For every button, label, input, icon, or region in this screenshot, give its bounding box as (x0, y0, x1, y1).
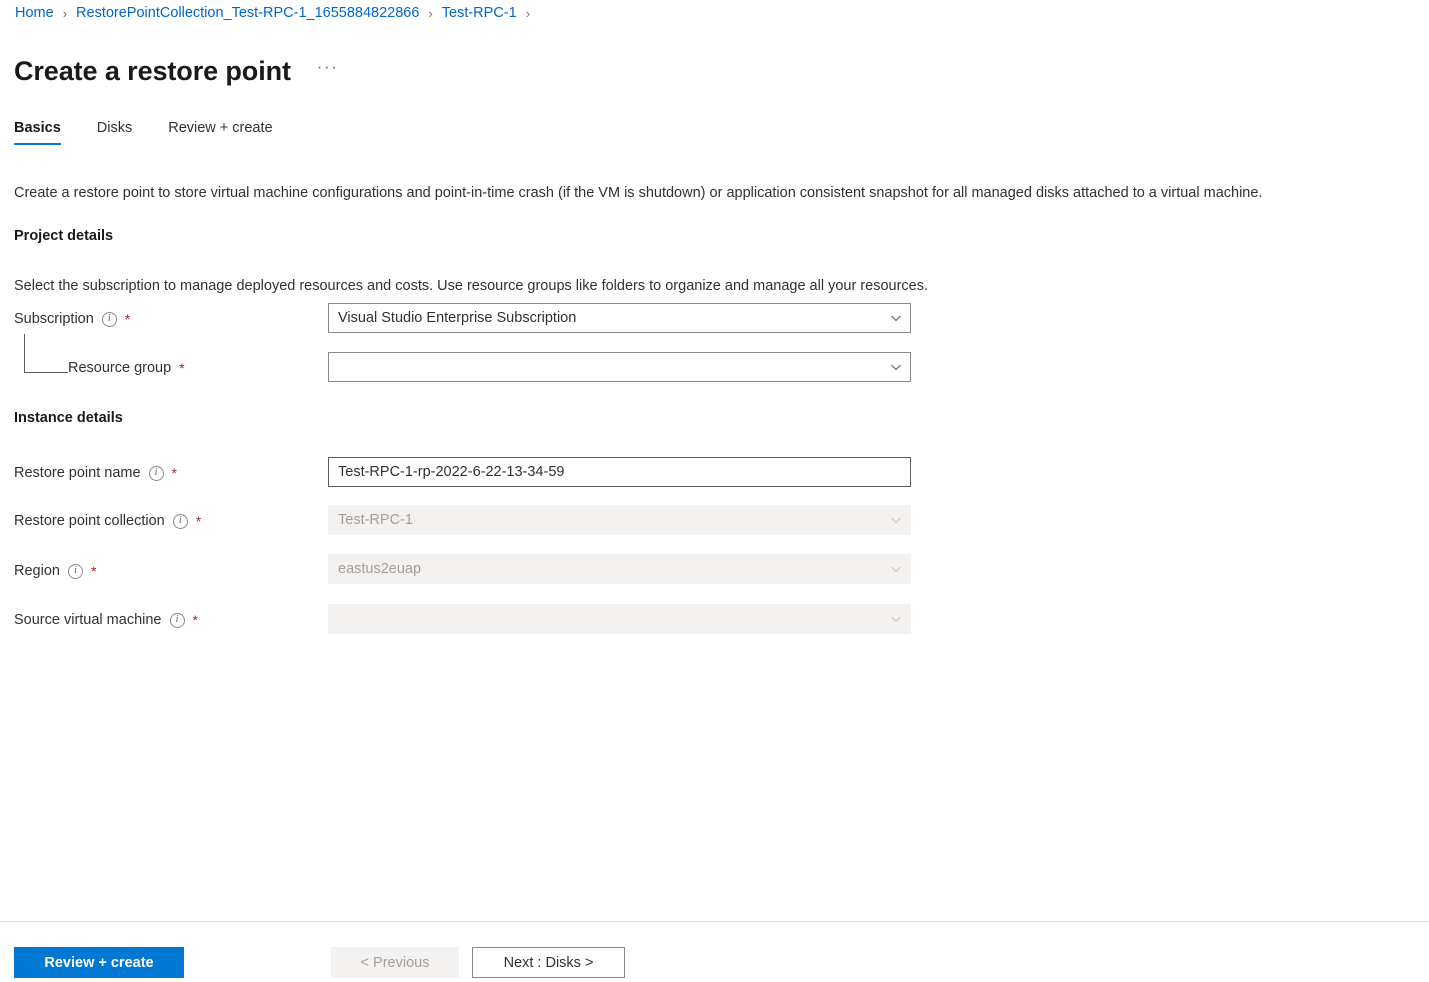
page-description: Create a restore point to store virtual … (14, 185, 1262, 201)
label-source-virtual-machine: Source virtual machine i * (14, 612, 198, 628)
footer-divider (0, 921, 1429, 922)
info-icon[interactable]: i (68, 564, 83, 579)
tab-basics[interactable]: Basics (14, 120, 61, 145)
info-icon[interactable]: i (173, 514, 188, 529)
tab-disks[interactable]: Disks (97, 120, 132, 145)
breadcrumb-separator-icon: › (526, 6, 530, 21)
label-restore-point-name-text: Restore point name (14, 465, 141, 481)
chevron-down-icon (890, 514, 902, 526)
review-create-button[interactable]: Review + create (14, 947, 184, 978)
label-subscription-text: Subscription (14, 311, 94, 327)
tab-review-create[interactable]: Review + create (168, 120, 272, 145)
page-header: Create a restore point ··· (14, 38, 339, 105)
field-indent-connector (24, 334, 68, 373)
page-title: Create a restore point (14, 56, 291, 87)
next-disks-button[interactable]: Next : Disks > (472, 947, 625, 978)
required-asterisk: * (172, 465, 177, 481)
info-icon[interactable]: i (149, 466, 164, 481)
project-details-note: Select the subscription to manage deploy… (14, 278, 928, 294)
required-asterisk: * (193, 612, 198, 628)
restore-point-name-input[interactable]: Test-RPC-1-rp-2022-6-22-13-34-59 (328, 457, 911, 487)
wizard-footer: Review + create < Previous Next : Disks … (14, 947, 625, 978)
label-resource-group: Resource group * (68, 360, 185, 376)
region-value: eastus2euap (338, 561, 421, 577)
label-region-text: Region (14, 563, 60, 579)
label-restore-point-collection: Restore point collection i * (14, 513, 201, 529)
previous-button: < Previous (331, 947, 459, 978)
subscription-value: Visual Studio Enterprise Subscription (338, 310, 576, 326)
label-resource-group-text: Resource group (68, 360, 171, 376)
breadcrumb-item-test-rpc-1[interactable]: Test-RPC-1 (442, 5, 517, 21)
restore-point-collection-dropdown: Test-RPC-1 (328, 505, 911, 535)
breadcrumb-item-home[interactable]: Home (15, 5, 54, 21)
label-restore-point-name: Restore point name i * (14, 465, 177, 481)
subscription-dropdown[interactable]: Visual Studio Enterprise Subscription (328, 303, 911, 333)
required-asterisk: * (125, 311, 130, 327)
more-options-icon[interactable]: ··· (317, 59, 339, 85)
create-restore-point-page: Home › RestorePointCollection_Test-RPC-1… (0, 0, 1429, 982)
required-asterisk: * (91, 563, 96, 579)
restore-point-name-value: Test-RPC-1-rp-2022-6-22-13-34-59 (338, 464, 564, 480)
restore-point-collection-value: Test-RPC-1 (338, 512, 413, 528)
info-icon[interactable]: i (102, 312, 117, 327)
chevron-down-icon (890, 361, 902, 373)
required-asterisk: * (196, 513, 201, 529)
label-restore-point-collection-text: Restore point collection (14, 513, 165, 529)
breadcrumb-separator-icon: › (63, 6, 67, 21)
chevron-down-icon (890, 312, 902, 324)
chevron-down-icon (890, 613, 902, 625)
breadcrumb-item-restore-point-collection[interactable]: RestorePointCollection_Test-RPC-1_165588… (76, 5, 419, 21)
section-heading-instance-details: Instance details (14, 410, 123, 426)
section-heading-project-details: Project details (14, 228, 113, 244)
label-region: Region i * (14, 563, 96, 579)
label-subscription: Subscription i * (14, 311, 130, 327)
breadcrumb-separator-icon: › (428, 6, 432, 21)
breadcrumb: Home › RestorePointCollection_Test-RPC-1… (15, 5, 539, 21)
region-dropdown: eastus2euap (328, 554, 911, 584)
source-virtual-machine-dropdown (328, 604, 911, 634)
wizard-tabs: Basics Disks Review + create (14, 120, 309, 145)
chevron-down-icon (890, 563, 902, 575)
required-asterisk: * (179, 360, 184, 376)
label-source-virtual-machine-text: Source virtual machine (14, 612, 162, 628)
info-icon[interactable]: i (170, 613, 185, 628)
resource-group-dropdown[interactable] (328, 352, 911, 382)
